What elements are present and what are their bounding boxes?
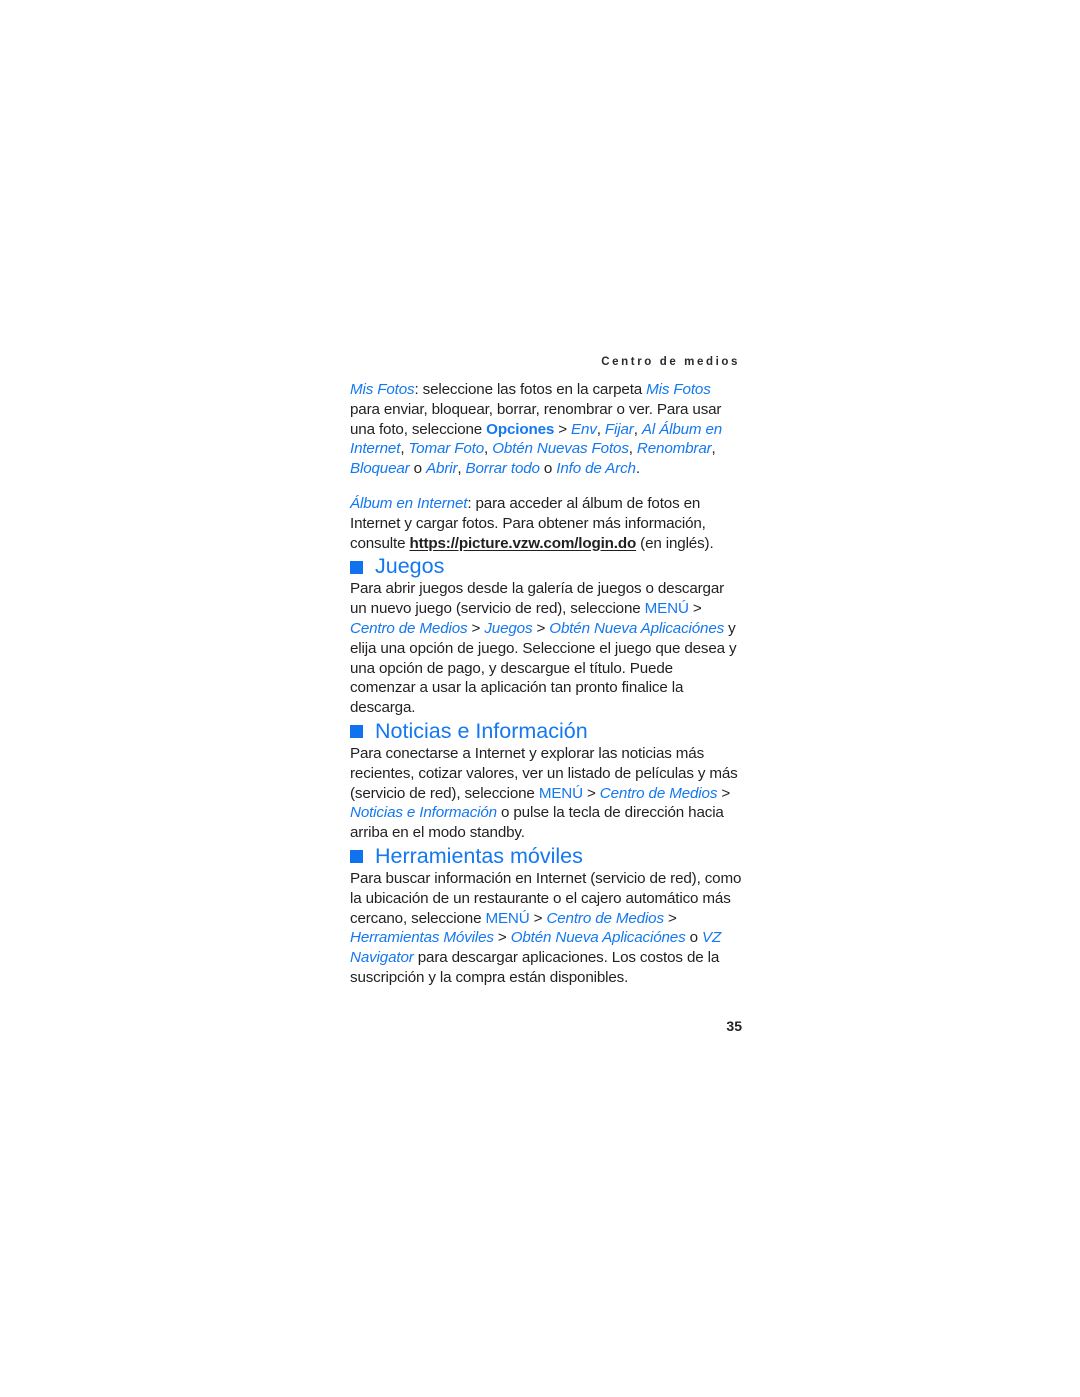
paragraph-mis-fotos: Mis Fotos: seleccione las fotos en la ca… <box>350 380 742 479</box>
path-separator: > <box>717 784 731 802</box>
heading-herramientas-label: Herramientas móviles <box>375 843 583 868</box>
menu-fijar: Fijar <box>604 420 634 438</box>
path-separator: > <box>663 909 677 927</box>
term-album-en-internet: Álbum en Internet <box>350 494 468 512</box>
path-separator: > <box>688 600 702 618</box>
menu-centro-de-medios: Centro de Medios <box>350 619 468 637</box>
heading-juegos: Juegos <box>350 553 742 579</box>
menu-opciones: Opciones <box>486 420 555 438</box>
paragraph-album-en-internet: Álbum en Internet: para acceder al álbum… <box>350 494 742 553</box>
menu-key-menu: MENÚ <box>485 909 530 927</box>
page-content: Mis Fotos: seleccione las fotos en la ca… <box>350 380 742 988</box>
document-page: Centro de medios Mis Fotos: seleccione l… <box>0 0 1080 1397</box>
list-separator: , <box>633 420 642 438</box>
menu-juegos: Juegos <box>484 619 533 637</box>
list-separator: , <box>596 420 605 438</box>
menu-env: Env <box>571 420 597 438</box>
square-bullet-icon <box>350 850 363 864</box>
menu-borrar-todo: Borrar todo <box>465 460 540 478</box>
path-separator: > <box>532 619 550 637</box>
menu-centro-de-medios: Centro de Medios <box>546 909 664 927</box>
running-header: Centro de medios <box>601 356 740 368</box>
term-mis-fotos: Mis Fotos <box>350 381 415 398</box>
list-separator: , <box>484 440 493 458</box>
list-separator: , <box>628 440 637 458</box>
menu-centro-de-medios: Centro de Medios <box>599 784 718 802</box>
conjunction-o: o <box>539 460 557 478</box>
menu-abrir: Abrir <box>426 460 458 478</box>
path-separator: > <box>554 420 572 438</box>
text-run: . <box>635 460 640 478</box>
path-separator: > <box>493 929 511 947</box>
menu-key-menu: MENÚ <box>644 600 689 618</box>
menu-tomar-foto: Tomar Foto <box>408 440 485 458</box>
list-separator: , <box>457 460 466 478</box>
menu-obten-nueva-aplicaciones: Obtén Nueva Aplicaciónes <box>510 929 686 947</box>
link-picture-vzw[interactable]: https://picture.vzw.com/login.do <box>409 535 636 552</box>
list-separator: , <box>711 440 716 458</box>
heading-noticias-label: Noticias e Información <box>375 718 588 743</box>
menu-key-menu: MENÚ <box>538 784 583 802</box>
term-mis-fotos-folder: Mis Fotos <box>646 381 711 398</box>
text-run: : seleccione las fotos en la carpeta <box>414 381 647 398</box>
square-bullet-icon <box>350 725 363 739</box>
menu-renombrar: Renombrar <box>636 440 712 458</box>
menu-obten-nueva-aplicaciones: Obtén Nueva Aplicaciónes <box>549 619 725 637</box>
menu-herramientas-moviles: Herramientas Móviles <box>350 929 494 947</box>
menu-bloquear: Bloquear <box>350 460 410 478</box>
path-separator: > <box>529 909 547 927</box>
paragraph-noticias: Para conectarse a Internet y explorar la… <box>350 744 742 843</box>
path-separator: > <box>582 784 600 802</box>
heading-noticias-e-informacion: Noticias e Información <box>350 718 742 744</box>
text-run: (en inglés). <box>636 534 714 552</box>
heading-juegos-label: Juegos <box>375 554 445 579</box>
menu-info-de-arch: Info de Arch <box>556 460 636 478</box>
menu-obten-nuevas-fotos: Obtén Nuevas Fotos <box>492 440 629 458</box>
conjunction-o: o <box>685 929 702 947</box>
paragraph-juegos: Para abrir juegos desde la galería de ju… <box>350 579 742 718</box>
square-bullet-icon <box>350 560 363 574</box>
menu-noticias-e-informacion: Noticias e Información <box>350 804 497 822</box>
heading-herramientas-moviles: Herramientas móviles <box>350 843 742 869</box>
path-separator: > <box>467 619 485 637</box>
page-number: 35 <box>726 1018 742 1034</box>
paragraph-herramientas: Para buscar información en Internet (ser… <box>350 869 742 988</box>
conjunction-o: o <box>409 460 427 478</box>
